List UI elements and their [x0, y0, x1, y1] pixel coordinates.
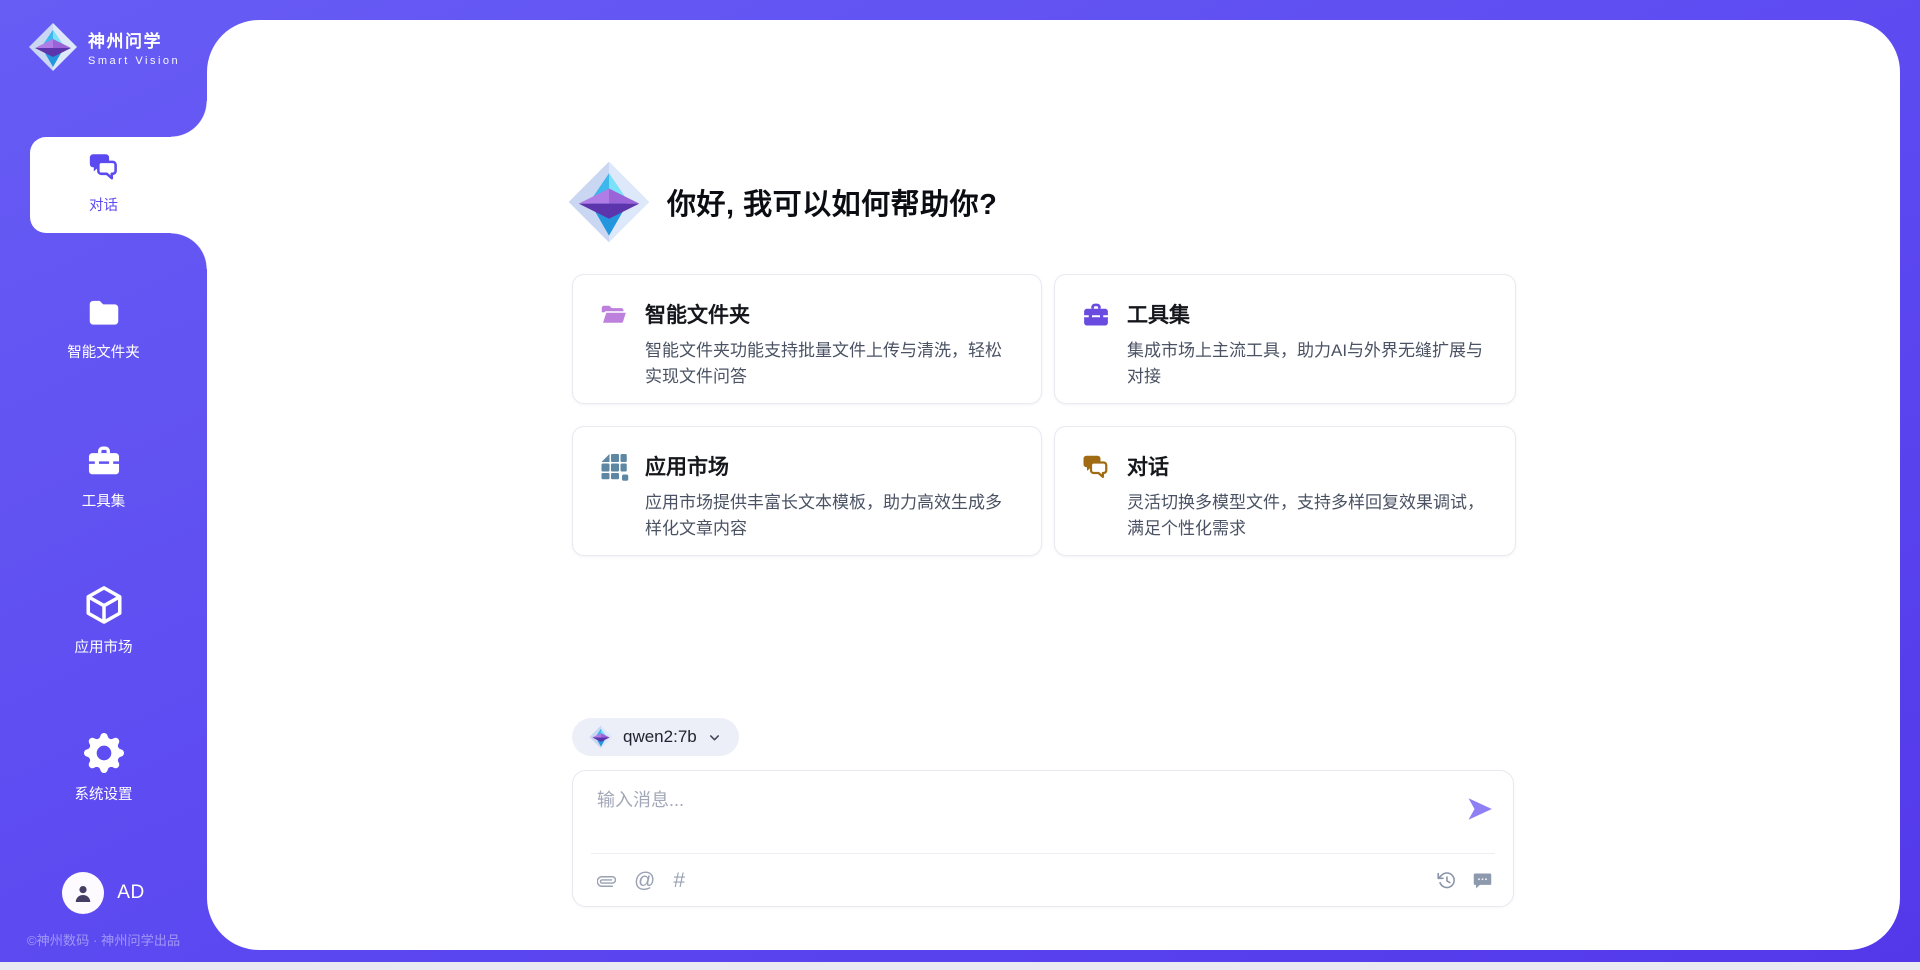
copyright-text: ©神州数码 · 神州问学出品	[0, 930, 207, 949]
history-icon	[1436, 870, 1457, 891]
model-selector[interactable]: qwen2:7b	[572, 718, 739, 756]
mention-button[interactable]: @	[634, 871, 655, 891]
card-title: 工具集	[1127, 299, 1489, 329]
model-name: qwen2:7b	[623, 727, 697, 747]
chat-icon	[87, 150, 121, 184]
sidebar-item-label: 对话	[89, 194, 118, 215]
bottom-strip	[0, 962, 1920, 970]
sidebar-item-chat[interactable]: 对话	[0, 150, 207, 215]
chat-icon	[1081, 452, 1111, 482]
card-description: 智能文件夹功能支持批量文件上传与清洗，轻松实现文件问答	[645, 338, 1015, 391]
attach-button[interactable]	[597, 872, 616, 891]
greeting-logo-icon	[567, 160, 651, 244]
send-button[interactable]	[1465, 794, 1495, 824]
greeting: 你好, 我可以如何帮助你?	[567, 160, 997, 244]
card-smart-folders[interactable]: 智能文件夹 智能文件夹功能支持批量文件上传与清洗，轻松实现文件问答	[572, 274, 1042, 404]
message-icon	[1472, 870, 1493, 891]
message-input[interactable]	[597, 786, 1447, 844]
folder-icon	[85, 293, 123, 331]
card-title: 对话	[1127, 451, 1489, 481]
sidebar-item-label: 应用市场	[75, 636, 133, 657]
cube-icon	[83, 584, 125, 626]
brand-logo-icon	[28, 22, 78, 72]
avatar	[62, 872, 104, 914]
sidebar-item-label: 工具集	[82, 490, 126, 511]
user-initials: AD	[117, 882, 144, 904]
card-title: 应用市场	[645, 451, 1015, 481]
composer-right-tools	[1436, 870, 1493, 891]
brand-name: 神州问学	[88, 27, 180, 52]
active-tab-fillet-top	[171, 101, 207, 137]
card-description: 应用市场提供丰富长文本模板，助力高效生成多样化文章内容	[645, 490, 1015, 543]
history-button[interactable]	[1436, 870, 1457, 891]
message-composer: @ #	[572, 770, 1514, 907]
sidebar-item-settings[interactable]: 系统设置	[0, 733, 207, 804]
chevron-down-icon	[707, 730, 722, 745]
model-logo-icon	[589, 725, 613, 749]
main-content: 你好, 我可以如何帮助你? 智能文件夹 智能文件夹功能支持批量文件上传与清洗，轻…	[207, 20, 1900, 950]
briefcase-icon	[1081, 300, 1111, 330]
hashtag-button[interactable]: #	[673, 871, 685, 891]
card-title: 智能文件夹	[645, 299, 1015, 329]
user-profile[interactable]: AD	[0, 872, 207, 914]
active-tab-fillet-bottom	[171, 233, 207, 269]
card-toolset[interactable]: 工具集 集成市场上主流工具，助力AI与外界无缝扩展与对接	[1054, 274, 1516, 404]
folder-open-icon	[599, 300, 629, 330]
paperclip-icon	[597, 872, 616, 891]
greeting-title: 你好, 我可以如何帮助你?	[667, 181, 997, 223]
gear-icon	[84, 733, 124, 773]
composer-left-tools: @ #	[597, 871, 685, 891]
sidebar-item-app-market[interactable]: 应用市场	[0, 584, 207, 657]
sidebar-item-label: 智能文件夹	[67, 341, 140, 362]
brand: 神州问学 Smart Vision	[28, 22, 180, 72]
person-icon	[71, 881, 95, 905]
sidebar-item-smart-folders[interactable]: 智能文件夹	[0, 293, 207, 362]
card-chat[interactable]: 对话 灵活切换多模型文件，支持多样回复效果调试，满足个性化需求	[1054, 426, 1516, 556]
composer-divider	[591, 853, 1495, 854]
sidebar-item-label: 系统设置	[75, 783, 133, 804]
briefcase-icon	[85, 442, 123, 480]
new-chat-button[interactable]	[1472, 870, 1493, 891]
sidebar-item-toolset[interactable]: 工具集	[0, 442, 207, 511]
sidebar: 神州问学 Smart Vision 对话 智能文件夹 工具集 应用市场 系统设置…	[0, 0, 207, 970]
grid-icon	[599, 452, 629, 482]
card-app-market[interactable]: 应用市场 应用市场提供丰富长文本模板，助力高效生成多样化文章内容	[572, 426, 1042, 556]
card-description: 集成市场上主流工具，助力AI与外界无缝扩展与对接	[1127, 338, 1489, 391]
card-description: 灵活切换多模型文件，支持多样回复效果调试，满足个性化需求	[1127, 490, 1489, 543]
send-icon	[1465, 794, 1495, 824]
brand-subtitle: Smart Vision	[88, 55, 180, 67]
feature-cards: 智能文件夹 智能文件夹功能支持批量文件上传与清洗，轻松实现文件问答 工具集 集成…	[572, 274, 1516, 556]
